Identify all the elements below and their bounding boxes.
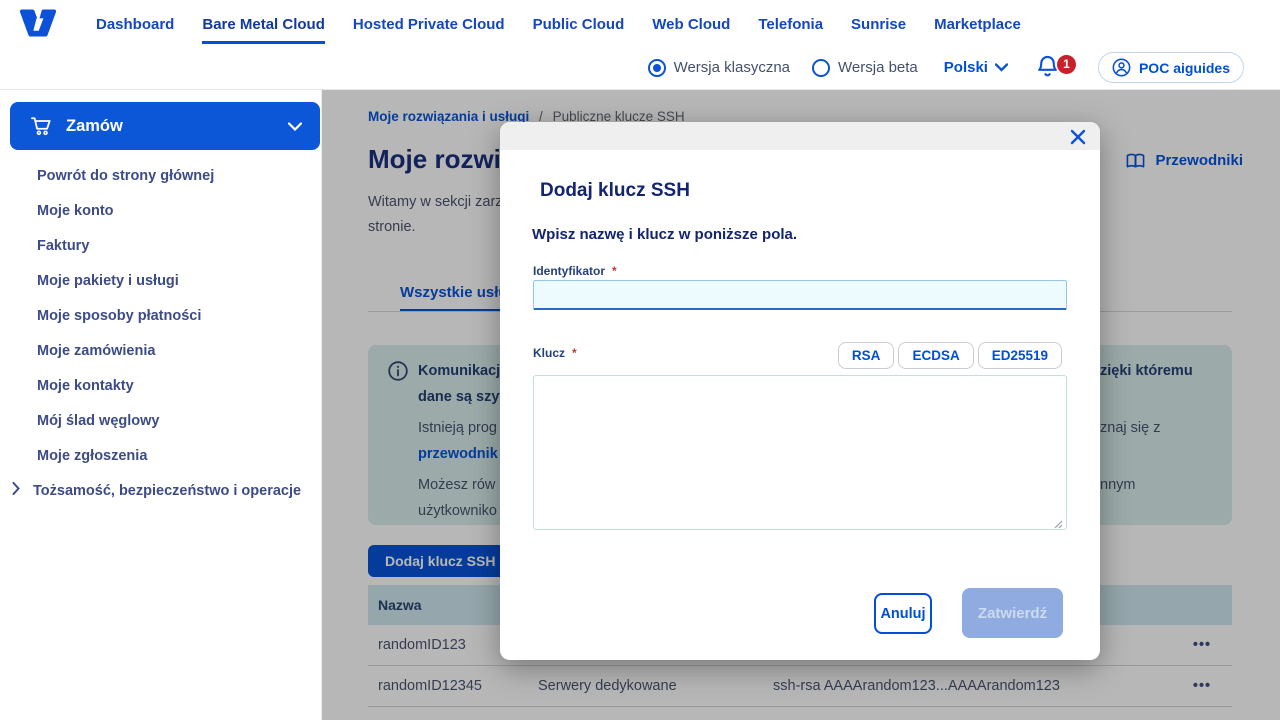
key-type-ed25519-button[interactable]: ED25519 <box>977 342 1062 369</box>
sidebar-item-invoices[interactable]: Faktury <box>0 228 321 263</box>
sidebar-item-label: Tożsamość, bezpieczeństwo i operacje <box>33 482 302 499</box>
sidebar-item-orders[interactable]: Moje zamówienia <box>0 333 321 368</box>
nav-item-telefonia[interactable]: Telefonia <box>758 2 823 44</box>
notifications-button[interactable]: 1 <box>1036 53 1076 83</box>
user-circle-icon <box>1112 58 1131 77</box>
order-button[interactable]: Zamów <box>10 102 320 150</box>
main-nav-row: Dashboard Bare Metal Cloud Hosted Privat… <box>0 0 1280 46</box>
version-beta-label: Wersja beta <box>838 59 918 76</box>
nav-item-hosted-private-cloud[interactable]: Hosted Private Cloud <box>353 2 505 44</box>
sidebar-item-account[interactable]: Moje konto <box>0 193 321 228</box>
notification-badge: 1 <box>1056 54 1076 74</box>
sidebar: Zamów Powrót do strony głównej Moje kont… <box>0 90 322 720</box>
chevron-down-icon <box>994 59 1009 77</box>
app-window: Dashboard Bare Metal Cloud Hosted Privat… <box>0 0 1280 720</box>
version-classic-radio[interactable]: Wersja klasyczna <box>647 58 791 77</box>
close-icon[interactable] <box>1069 129 1087 147</box>
account-label: POC aiguides <box>1138 59 1230 76</box>
nav-item-dashboard[interactable]: Dashboard <box>96 2 174 44</box>
sidebar-item-home[interactable]: Powrót do strony głównej <box>0 158 321 193</box>
sidebar-item-carbon-footprint[interactable]: Mój ślad węglowy <box>0 403 321 438</box>
radio-unselected-icon <box>812 58 831 77</box>
nav-item-bare-metal-cloud[interactable]: Bare Metal Cloud <box>202 2 325 44</box>
chevron-down-icon <box>287 119 303 134</box>
account-menu-button[interactable]: POC aiguides <box>1097 52 1244 83</box>
required-asterisk: * <box>612 264 617 278</box>
modal-header-band <box>500 122 1100 150</box>
language-label: Polski <box>943 59 988 76</box>
sidebar-item-identity-security[interactable]: Tożsamość, bezpieczeństwo i operacje <box>0 473 321 508</box>
key-textarea[interactable] <box>533 375 1067 530</box>
top-header: Dashboard Bare Metal Cloud Hosted Privat… <box>0 0 1280 90</box>
version-beta-radio[interactable]: Wersja beta <box>812 58 918 77</box>
modal-description: Wpisz nazwę i klucz w poniższe pola. <box>532 226 798 243</box>
nav-item-public-cloud[interactable]: Public Cloud <box>533 2 625 44</box>
sidebar-item-contacts[interactable]: Moje kontakty <box>0 368 321 403</box>
nav-item-sunrise[interactable]: Sunrise <box>851 2 906 44</box>
cancel-button[interactable]: Anuluj <box>874 593 932 634</box>
sidebar-item-tickets[interactable]: Moje zgłoszenia <box>0 438 321 473</box>
nav-item-web-cloud[interactable]: Web Cloud <box>652 2 730 44</box>
language-selector[interactable]: Polski <box>943 59 1009 77</box>
modal-title: Dodaj klucz SSH <box>540 180 690 201</box>
order-button-label: Zamów <box>66 116 123 135</box>
secondary-header-row: Wersja klasyczna Wersja beta Polski 1 PO… <box>0 46 1280 89</box>
version-classic-label: Wersja klasyczna <box>673 59 791 76</box>
bell-icon <box>1038 55 1057 76</box>
main-nav: Dashboard Bare Metal Cloud Hosted Privat… <box>68 2 1021 44</box>
radio-selected-icon <box>647 58 666 77</box>
chevron-right-icon <box>12 482 20 499</box>
submit-button[interactable]: Zatwierdź <box>962 588 1063 638</box>
ovhcloud-logo-icon[interactable] <box>18 7 58 39</box>
nav-item-marketplace[interactable]: Marketplace <box>934 2 1021 44</box>
add-ssh-key-modal: Dodaj klucz SSH Wpisz nazwę i klucz w po… <box>500 122 1100 660</box>
cart-icon <box>30 117 51 136</box>
key-type-ecdsa-button[interactable]: ECDSA <box>898 342 974 369</box>
key-type-segmented-control: RSA ECDSA ED25519 <box>837 342 1062 369</box>
sidebar-item-payment-methods[interactable]: Moje sposoby płatności <box>0 298 321 333</box>
key-label: Klucz * <box>533 346 577 360</box>
key-type-rsa-button[interactable]: RSA <box>837 342 895 369</box>
identifier-input[interactable] <box>533 280 1067 310</box>
identifier-label: Identyfikator * <box>533 264 617 278</box>
required-asterisk: * <box>572 346 577 360</box>
sidebar-menu: Powrót do strony głównej Moje konto Fakt… <box>0 158 321 508</box>
sidebar-item-packages[interactable]: Moje pakiety i usługi <box>0 263 321 298</box>
